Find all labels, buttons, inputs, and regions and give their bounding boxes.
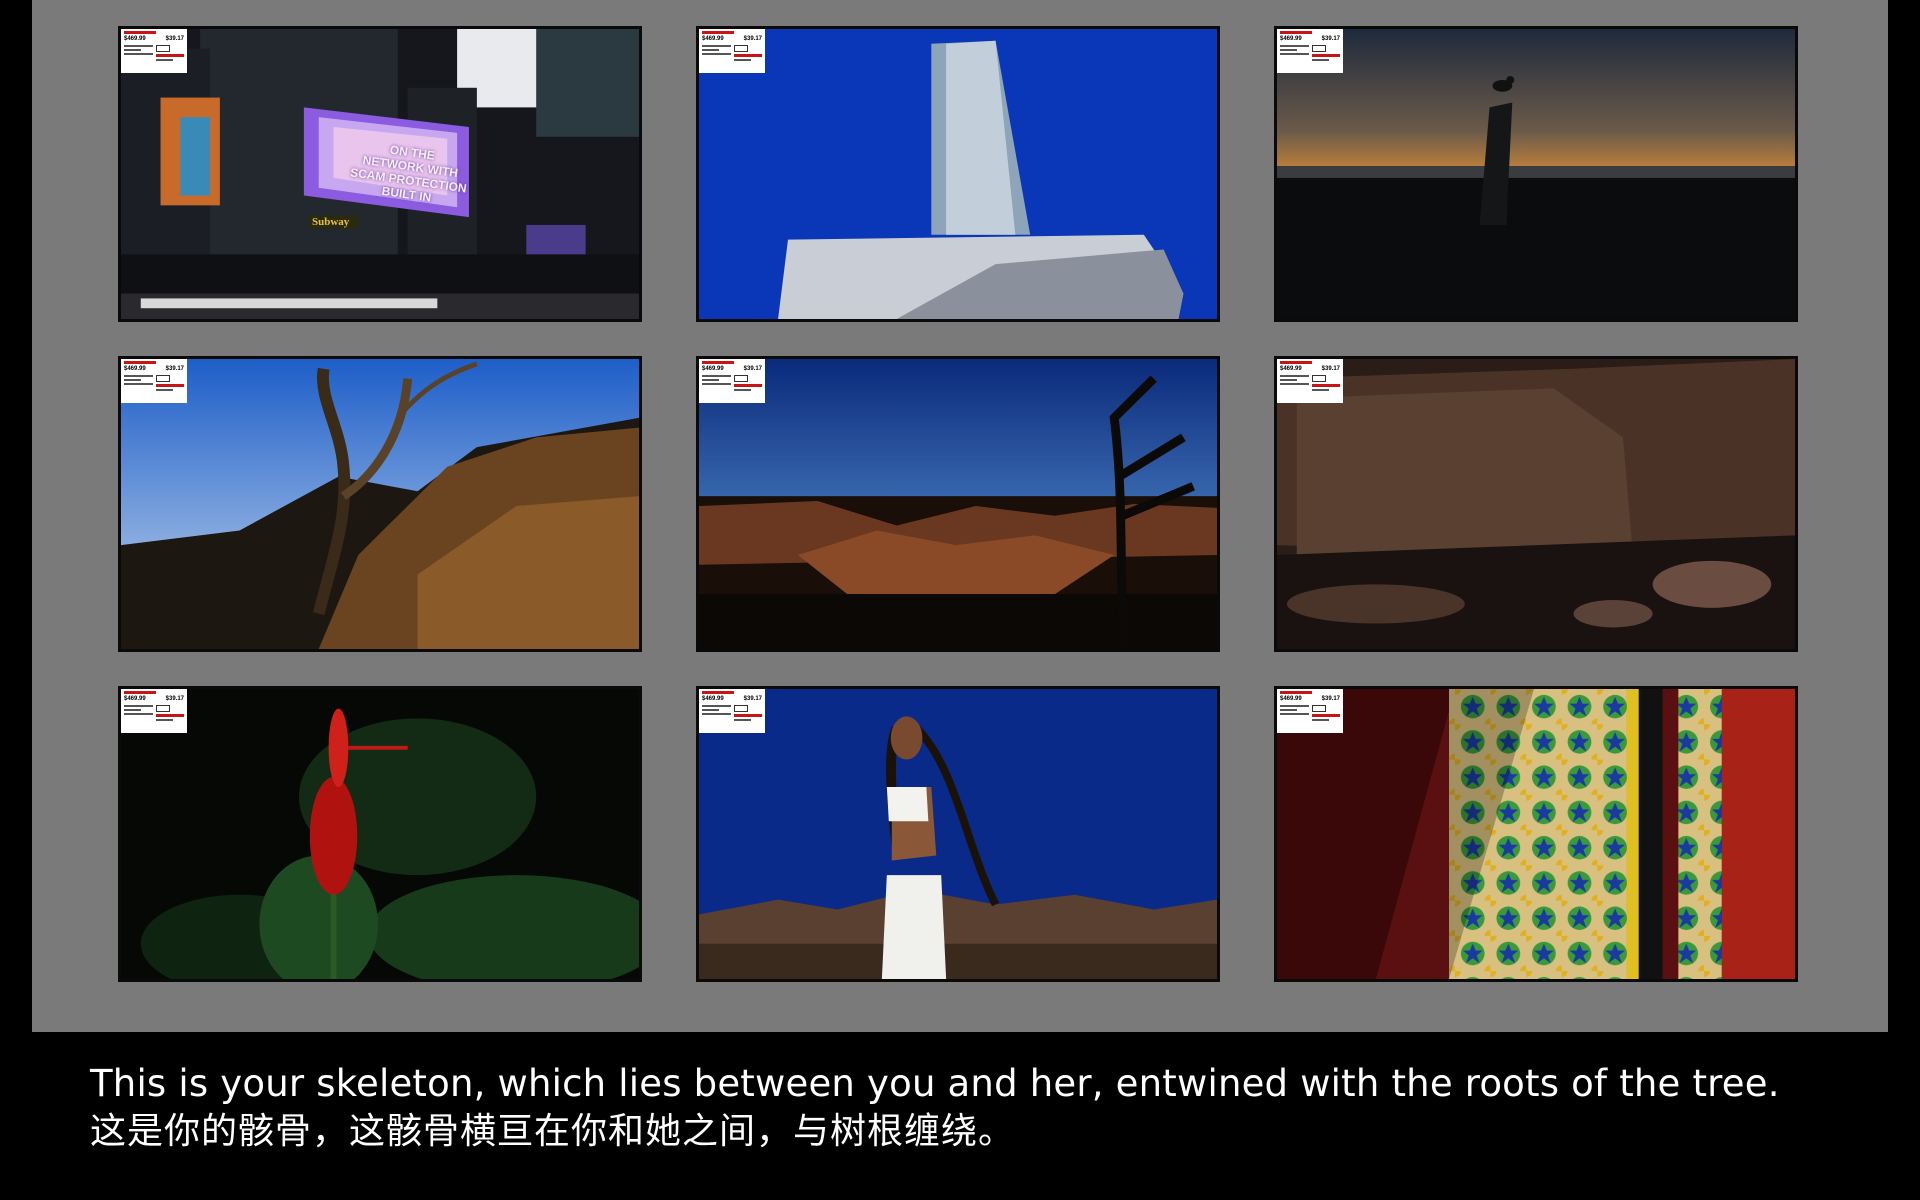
tag-price-a: $469.99 [1280,36,1302,42]
caption-chinese: 这是你的骸骨，这骸骨横亘在你和她之间，与树根缠绕。 [90,1111,1016,1152]
tag-brand-line [1280,691,1312,694]
photo-grid-panel: $469.99 $39.17 $469.99 $39.17 $469.99 $3… [32,0,1888,1032]
tag-price-a: $469.99 [124,366,146,372]
photo-thumbnail-tile-wall[interactable]: $469.99 $39.17 [1274,686,1798,982]
photo-thumbnail-red-flower[interactable]: $469.99 $39.17 [118,686,642,982]
tag-price-b: $39.17 [1321,696,1340,702]
tag-brand-line [124,31,156,34]
tag-price-b: $39.17 [165,696,184,702]
tag-brand-line [702,691,734,694]
price-tag: $469.99 $39.17 [121,689,187,733]
tree-hillside-image [121,359,639,649]
red-flower-image [121,689,639,979]
tag-price-a: $469.99 [702,36,724,42]
tag-price-b: $39.17 [1321,366,1340,372]
price-tag: $469.99 $39.17 [121,359,187,403]
tag-price-a: $469.99 [702,366,724,372]
bird-sunset-image [1277,29,1795,319]
tag-price-b: $39.17 [743,696,762,702]
price-tag: $469.99 $39.17 [699,29,765,73]
tag-price-b: $39.17 [165,366,184,372]
price-tag: $469.99 $39.17 [1277,359,1343,403]
tile-wall-image [1277,689,1795,979]
photo-thumbnail-canyon-dusk[interactable]: $469.99 $39.17 [696,356,1220,652]
caption-block: This is your skeleton, which lies betwee… [90,1060,1870,1156]
price-tag: $469.99 $39.17 [699,359,765,403]
tag-brand-line [1280,361,1312,364]
store-sign: Subway [312,216,350,228]
tag-price-a: $469.99 [1280,696,1302,702]
photo-thumbnail-bird-sunset[interactable]: $469.99 $39.17 [1274,26,1798,322]
tower-image [699,29,1217,319]
tag-brand-line [124,361,156,364]
price-tag: $469.99 $39.17 [1277,29,1343,73]
woman-desert-image [699,689,1217,979]
tag-brand-line [1280,31,1312,34]
tag-brand-line [702,361,734,364]
price-tag: $469.99 $39.17 [699,689,765,733]
tag-brand-line [124,691,156,694]
price-tag: $469.99 $39.17 [121,29,187,73]
caption-english: This is your skeleton, which lies betwee… [90,1062,1780,1105]
tag-price-a: $469.99 [702,696,724,702]
photo-thumbnail-tower-blue-sky[interactable]: $469.99 $39.17 [696,26,1220,322]
photo-thumbnail-tree-hillside[interactable]: $469.99 $39.17 [118,356,642,652]
photo-thumbnail-woman-desert[interactable]: $469.99 $39.17 [696,686,1220,982]
tag-price-a: $469.99 [1280,366,1302,372]
rock-cliff-image [1277,359,1795,649]
tag-price-b: $39.17 [1321,36,1340,42]
tag-price-a: $469.99 [124,696,146,702]
slide-viewport: $469.99 $39.17 $469.99 $39.17 $469.99 $3… [0,0,1920,1200]
tag-price-b: $39.17 [743,366,762,372]
tag-brand-line [702,31,734,34]
tag-price-a: $469.99 [124,36,146,42]
tag-price-b: $39.17 [165,36,184,42]
photo-thumbnail-rock-cliff[interactable]: $469.99 $39.17 [1274,356,1798,652]
tag-price-b: $39.17 [743,36,762,42]
price-tag: $469.99 $39.17 [1277,689,1343,733]
canyon-dusk-image [699,359,1217,649]
